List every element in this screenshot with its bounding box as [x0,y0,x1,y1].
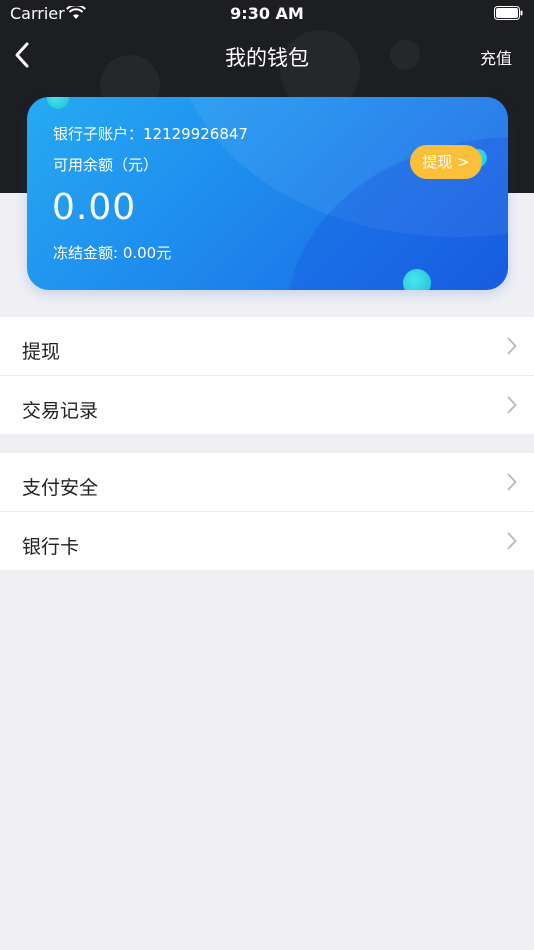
menu-item-label: 支付安全 [22,477,99,499]
chevron-right-icon [507,473,517,491]
battery-icon [494,6,523,20]
status-time: 9:30 AM [230,4,304,23]
status-bar: Carrier 9:30 AM [0,0,534,28]
available-balance-label: 可用余额（元） [53,156,159,174]
withdraw-button[interactable]: 提现 > [410,145,482,179]
frozen-amount: 冻结金额: 0.00元 [53,244,172,262]
menu-item-withdraw[interactable]: 提现 [0,317,534,375]
menu-item-payment-security[interactable]: 支付安全 [0,453,534,511]
chevron-right-icon [507,337,517,355]
bank-sub-account: 银行子账户：12129926847 [53,125,248,143]
menu-group-security: 支付安全 银行卡 [0,453,534,570]
wallet-card: 银行子账户：12129926847 可用余额（元） 0.00 冻结金额: 0.0… [27,97,508,290]
menu-item-bank-card[interactable]: 银行卡 [0,511,534,570]
chevron-right-icon [507,396,517,414]
card-decoration [47,97,69,109]
page-title: 我的钱包 [225,46,309,70]
menu-item-label: 银行卡 [22,536,80,558]
menu-item-transactions[interactable]: 交易记录 [0,375,534,434]
recharge-button[interactable]: 充值 [480,45,512,69]
navigation-bar: 我的钱包 充值 [0,30,534,80]
menu-item-label: 交易记录 [22,400,99,422]
card-decoration [403,269,431,290]
menu-group-funds: 提现 交易记录 [0,317,534,434]
available-balance-value: 0.00 [52,187,137,228]
chevron-right-icon [507,532,517,550]
menu-item-label: 提现 [22,341,61,363]
